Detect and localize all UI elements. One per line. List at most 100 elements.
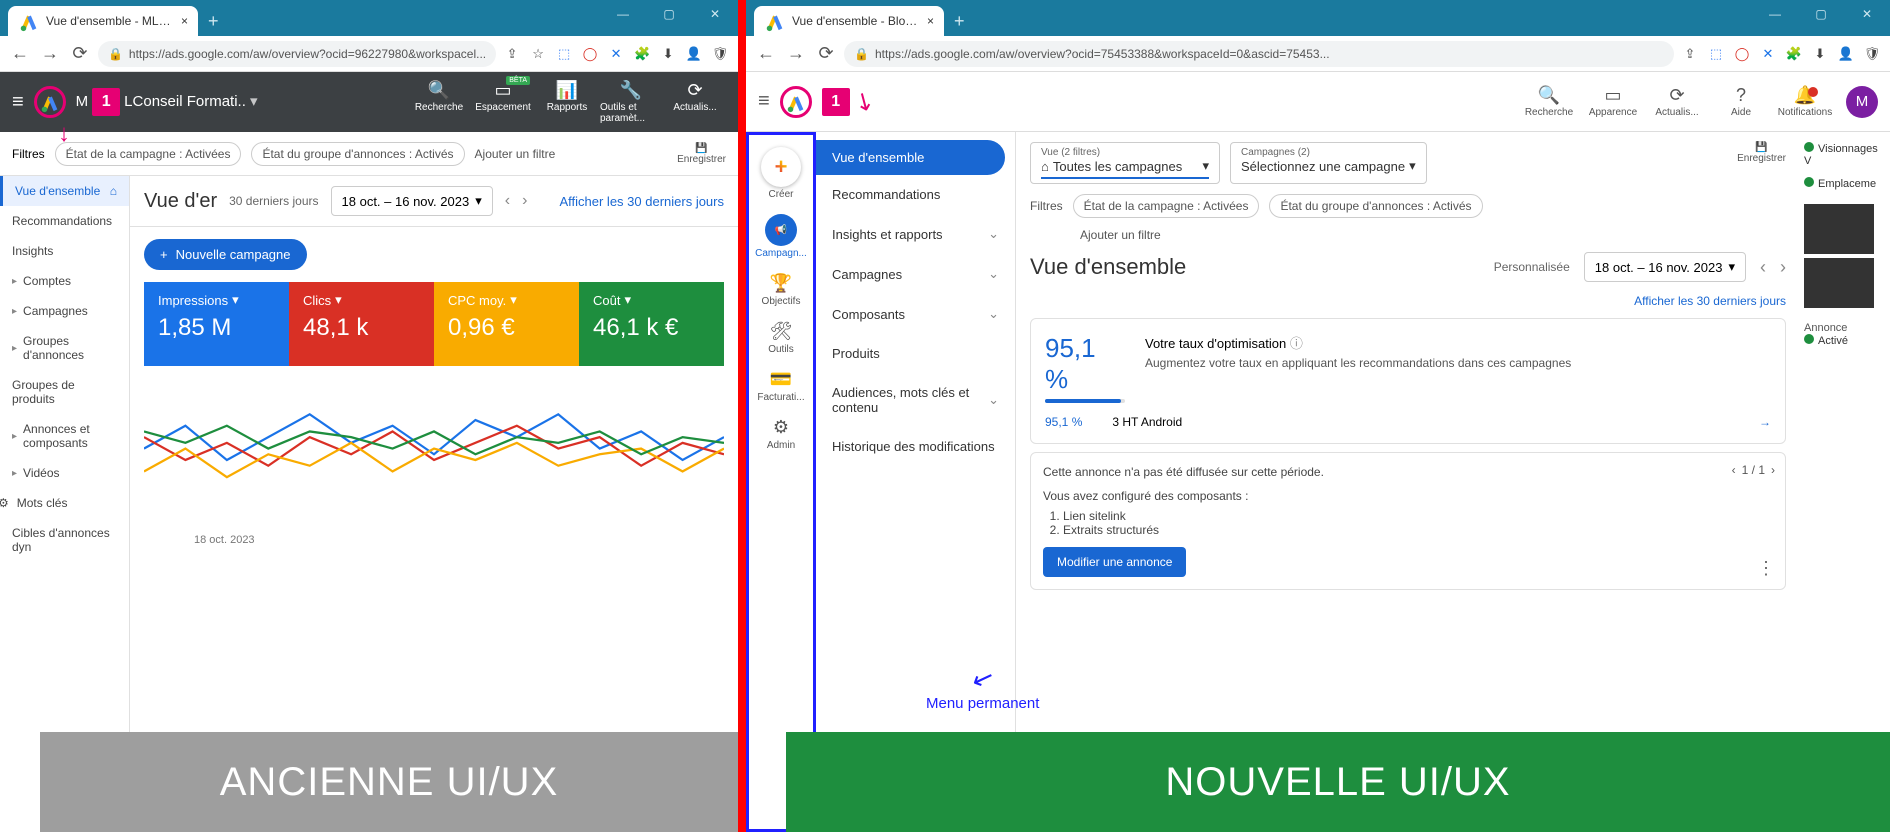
notifications-tool[interactable]: 🔔Notifications bbox=[1774, 85, 1836, 118]
ad-thumbnail[interactable] bbox=[1804, 204, 1874, 254]
filter-chip-adgroup[interactable]: État du groupe d'annonces : Activés bbox=[251, 142, 464, 166]
search-tool[interactable]: 🔍Recherche bbox=[1518, 85, 1580, 118]
subnav-overview[interactable]: Vue d'ensemble bbox=[816, 140, 1005, 175]
help-tool[interactable]: ?Aide bbox=[1710, 85, 1772, 118]
tools-settings[interactable]: 🔧Outils et paramèt... bbox=[600, 80, 662, 124]
sidebar-item-comptes[interactable]: ▸Comptes bbox=[0, 266, 129, 296]
subnav-composants[interactable]: Composants⌄ bbox=[816, 294, 1015, 334]
rail-admin[interactable]: ⚙Admin bbox=[749, 413, 813, 455]
rail-campagnes[interactable]: 📢Campagn... bbox=[749, 210, 813, 263]
show-30-days-link[interactable]: Afficher les 30 derniers jours bbox=[1634, 294, 1786, 308]
back-button[interactable]: ← bbox=[754, 43, 778, 64]
share-icon[interactable]: ⇪ bbox=[502, 44, 522, 64]
subnav-audiences[interactable]: Audiences, mots clés et contenu⌄ bbox=[816, 373, 1015, 427]
chevron-right-icon[interactable]: › bbox=[1771, 463, 1775, 477]
rail-outils[interactable]: 🛠Outils bbox=[749, 317, 813, 359]
filter-chip-campaign[interactable]: État de la campagne : Activées bbox=[1073, 194, 1260, 218]
extension-icon[interactable]: ◯ bbox=[1732, 44, 1752, 64]
sidebar-item-annonces[interactable]: ▸Annonces et composants bbox=[0, 414, 129, 458]
tab-close-icon[interactable]: × bbox=[181, 14, 188, 28]
sidebar-item-recommandations[interactable]: Recommandations bbox=[0, 206, 129, 236]
window-minimize-icon[interactable]: — bbox=[600, 0, 646, 28]
subnav-campagnes[interactable]: Campagnes⌄ bbox=[816, 254, 1015, 294]
extension-icon[interactable]: ◯ bbox=[580, 44, 600, 64]
avatar[interactable]: M bbox=[1846, 86, 1878, 118]
account-icon[interactable]: 👤 bbox=[1836, 44, 1856, 64]
prev-period-button[interactable]: ‹ bbox=[1760, 257, 1766, 278]
download-icon[interactable]: ⬇ bbox=[1810, 44, 1830, 64]
window-maximize-icon[interactable]: ▢ bbox=[646, 0, 692, 28]
metric-cout[interactable]: Coût ▾46,1 k € bbox=[579, 282, 724, 366]
ad-thumbnail[interactable] bbox=[1804, 258, 1874, 308]
add-filter-button[interactable]: Ajouter un filtre bbox=[1030, 228, 1786, 242]
show-30-days-link[interactable]: Afficher les 30 derniers jours bbox=[559, 194, 724, 209]
forward-button[interactable]: → bbox=[784, 43, 808, 64]
new-tab-button[interactable]: + bbox=[198, 6, 229, 36]
extension-icon[interactable]: ⬚ bbox=[1706, 44, 1726, 64]
extension-icon[interactable]: 🛡 bbox=[1862, 44, 1882, 64]
account-icon[interactable]: 👤 bbox=[684, 44, 704, 64]
filter-chip-adgroup[interactable]: État du groupe d'annonces : Activés bbox=[1269, 194, 1482, 218]
legend-emplacements[interactable]: Emplaceme bbox=[1804, 177, 1886, 190]
save-button[interactable]: 💾Enregistrer bbox=[677, 143, 726, 165]
kebab-menu-icon[interactable]: ⋮ bbox=[1757, 558, 1775, 579]
browser-tab[interactable]: Vue d'ensemble - MLConseil Fo × bbox=[8, 6, 198, 36]
sidebar-item-groupes[interactable]: ▸Groupes d'annonces bbox=[0, 326, 129, 370]
arrow-right-icon[interactable]: → bbox=[1759, 415, 1771, 429]
modify-ad-button[interactable]: Modifier une annonce bbox=[1043, 547, 1186, 577]
search-tool[interactable]: 🔍Recherche bbox=[408, 80, 470, 124]
add-filter-button[interactable]: Ajouter un filtre bbox=[475, 147, 556, 161]
share-icon[interactable]: ⇪ bbox=[1680, 44, 1700, 64]
sidebar-item-cibles[interactable]: Cibles d'annonces dyn bbox=[0, 518, 129, 562]
subnav-historique[interactable]: Historique des modifications bbox=[816, 427, 1015, 466]
date-range-picker[interactable]: 18 oct. – 16 nov. 2023▾ bbox=[331, 186, 493, 216]
sidebar-item-videos[interactable]: ▸Vidéos bbox=[0, 458, 129, 488]
appearance-tool[interactable]: ▭Apparence bbox=[1582, 85, 1644, 118]
forward-button[interactable]: → bbox=[38, 43, 62, 64]
next-period-button[interactable]: › bbox=[1780, 257, 1786, 278]
browser-tab[interactable]: Vue d'ensemble - BlogSeo - Goo × bbox=[754, 6, 944, 36]
sidebar-item-overview[interactable]: Vue d'ensemble ⌂ bbox=[0, 176, 129, 206]
reload-button[interactable]: ⟳ bbox=[68, 43, 92, 64]
rail-objectifs[interactable]: 🏆Objectifs bbox=[749, 269, 813, 311]
window-close-icon[interactable]: ✕ bbox=[692, 0, 738, 28]
view-selector[interactable]: Vue (2 filtres) ⌂Toutes les campagnes▾ bbox=[1030, 142, 1220, 184]
extension-icon[interactable]: ✕ bbox=[606, 44, 626, 64]
extension-icon[interactable]: 🛡 bbox=[710, 44, 730, 64]
url-input[interactable]: 🔒 https://ads.google.com/aw/overview?oci… bbox=[98, 41, 496, 67]
sidebar-item-campagnes[interactable]: ▸Campagnes bbox=[0, 296, 129, 326]
refresh-tool[interactable]: ⟳Actualis... bbox=[664, 80, 726, 124]
filter-chip-campaign[interactable]: État de la campagne : Activées bbox=[55, 142, 242, 166]
metric-cpc[interactable]: CPC moy. ▾0,96 € bbox=[434, 282, 579, 366]
window-minimize-icon[interactable]: — bbox=[1752, 0, 1798, 28]
info-icon[interactable]: ⓘ bbox=[1290, 336, 1303, 351]
subnav-produits[interactable]: Produits bbox=[816, 334, 1015, 373]
sidebar-item-mots-cles[interactable]: ⚙Mots clés bbox=[0, 488, 129, 518]
metric-impressions[interactable]: Impressions ▾1,85 M bbox=[144, 282, 289, 366]
subnav-insights[interactable]: Insights et rapports⌄ bbox=[816, 214, 1015, 254]
tab-close-icon[interactable]: × bbox=[927, 14, 934, 28]
sidebar-item-insights[interactable]: Insights bbox=[0, 236, 129, 266]
star-icon[interactable]: ☆ bbox=[528, 44, 548, 64]
extension-icon[interactable]: ✕ bbox=[1758, 44, 1778, 64]
rail-create-button[interactable]: +Créer bbox=[749, 143, 813, 204]
card-pager[interactable]: ‹1 / 1› bbox=[1732, 463, 1775, 477]
reload-button[interactable]: ⟳ bbox=[814, 43, 838, 64]
menu-icon[interactable]: ≡ bbox=[12, 91, 24, 114]
spacing-tool[interactable]: BÊTA▭Espacement bbox=[472, 80, 534, 124]
extension-icon[interactable]: ⬚ bbox=[554, 44, 574, 64]
download-icon[interactable]: ⬇ bbox=[658, 44, 678, 64]
chevron-left-icon[interactable]: ‹ bbox=[1732, 463, 1736, 477]
legend-visionnages[interactable]: Visionnages V bbox=[1804, 142, 1886, 167]
subnav-recommandations[interactable]: Recommandations bbox=[816, 175, 1015, 214]
reports-tool[interactable]: 📊Rapports bbox=[536, 80, 598, 124]
new-tab-button[interactable]: + bbox=[944, 6, 975, 36]
window-close-icon[interactable]: ✕ bbox=[1844, 0, 1890, 28]
extensions-icon[interactable]: 🧩 bbox=[632, 44, 652, 64]
menu-icon[interactable]: ≡ bbox=[758, 90, 770, 113]
metric-clics[interactable]: Clics ▾48,1 k bbox=[289, 282, 434, 366]
refresh-tool[interactable]: ⟳Actualis... bbox=[1646, 85, 1708, 118]
sidebar-item-groupes-produits[interactable]: Groupes de produits bbox=[0, 370, 129, 414]
account-name[interactable]: M1MLConseil Formati..LConseil Formati.. … bbox=[76, 88, 398, 116]
url-input[interactable]: 🔒 https://ads.google.com/aw/overview?oci… bbox=[844, 41, 1674, 67]
